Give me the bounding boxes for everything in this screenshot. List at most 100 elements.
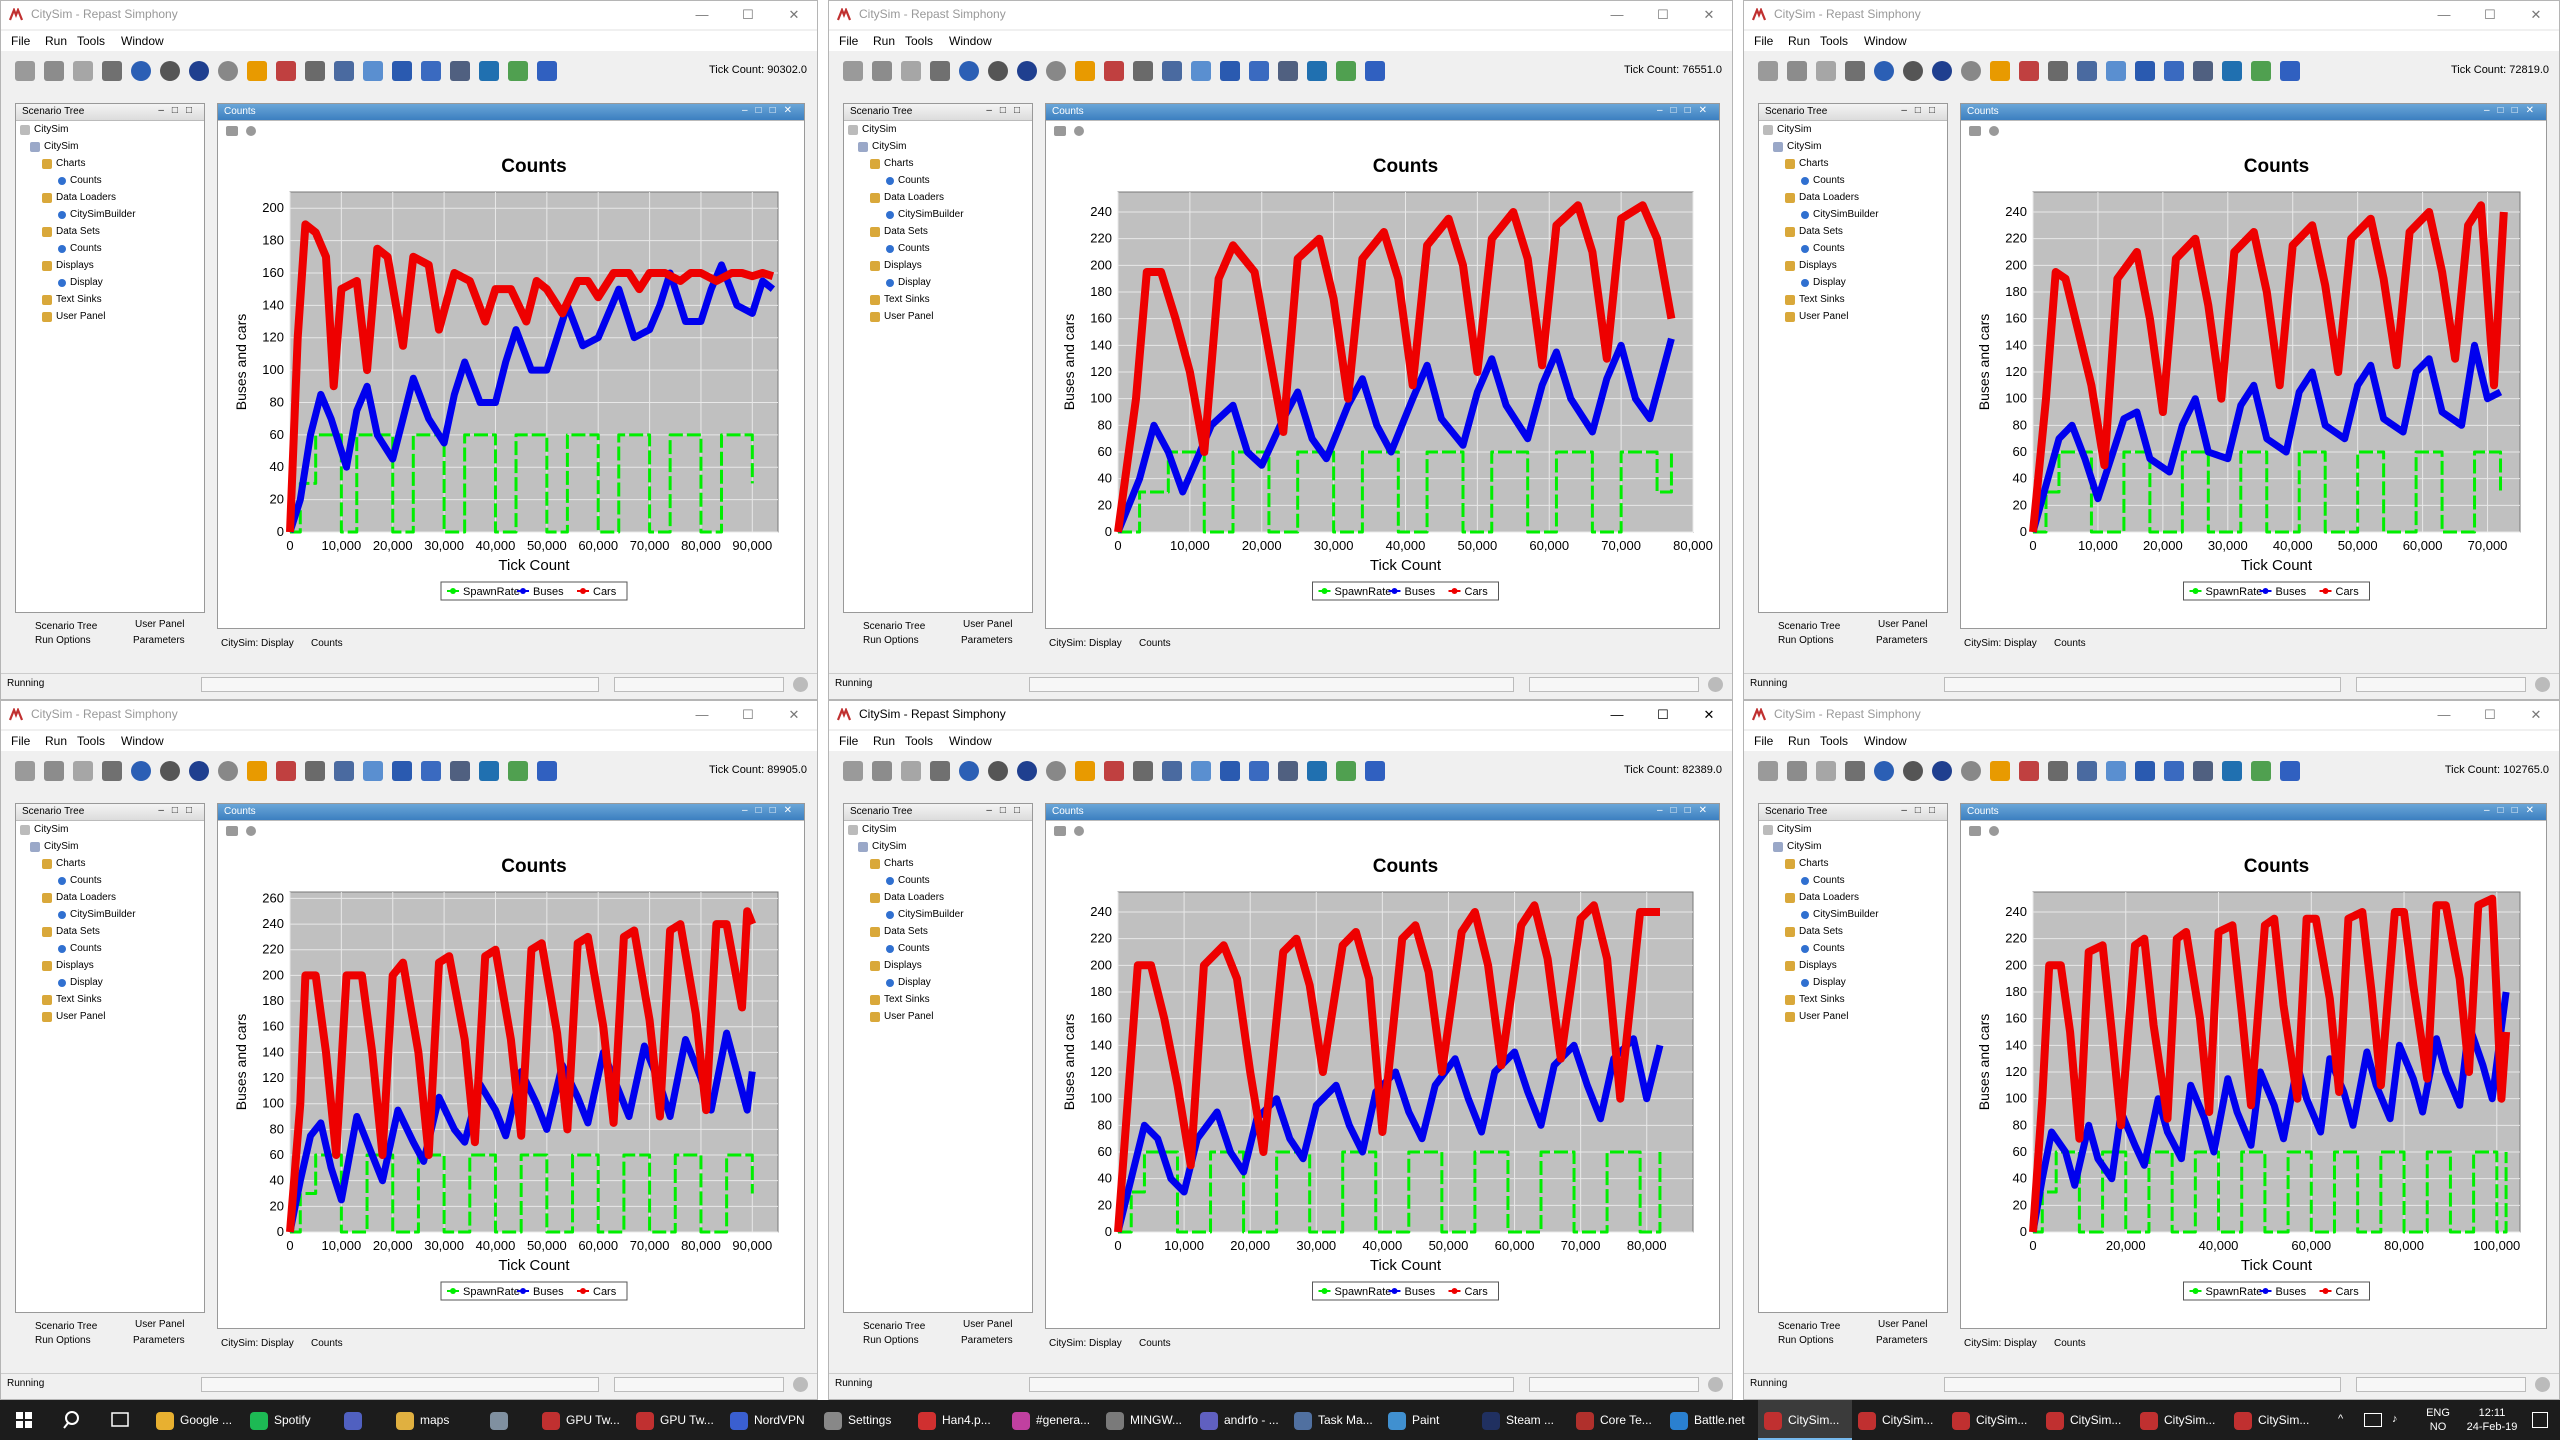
tree-item[interactable]: Data Loaders bbox=[848, 192, 964, 209]
close-button[interactable]: ✕ bbox=[2513, 1, 2559, 29]
tree-item[interactable]: Text Sinks bbox=[20, 294, 136, 311]
minimize-button[interactable]: — bbox=[679, 1, 725, 29]
toolbar-button-icon[interactable] bbox=[247, 61, 267, 81]
toolbar-button-icon[interactable] bbox=[2164, 761, 2184, 781]
toolbar-button-icon[interactable] bbox=[2280, 61, 2300, 81]
toolbar-button-icon[interactable] bbox=[305, 761, 325, 781]
toolbar-button-icon[interactable] bbox=[1990, 761, 2010, 781]
toolbar-button-icon[interactable] bbox=[102, 761, 122, 781]
tree-item[interactable]: User Panel bbox=[1763, 1011, 1879, 1028]
tree-item[interactable]: Counts bbox=[1763, 875, 1879, 892]
notifications-icon[interactable] bbox=[2532, 1412, 2548, 1428]
left-tab[interactable]: Parameters bbox=[961, 1335, 1013, 1346]
tree-item[interactable]: CitySimBuilder bbox=[848, 209, 964, 226]
display-tab[interactable]: CitySim: Display bbox=[1964, 638, 2037, 649]
menu-file[interactable]: File bbox=[11, 34, 30, 48]
tree-item[interactable]: Data Loaders bbox=[1763, 892, 1879, 909]
display-tab[interactable]: Counts bbox=[1139, 1338, 1171, 1349]
taskbar-item[interactable]: Google ... bbox=[150, 1400, 244, 1440]
tree-item[interactable]: Display bbox=[848, 277, 964, 294]
toolbar-button-icon[interactable] bbox=[959, 61, 979, 81]
toolbar-button-icon[interactable] bbox=[1220, 61, 1240, 81]
taskbar-item[interactable]: CitySim... bbox=[1852, 1400, 1946, 1440]
tree-item[interactable]: Display bbox=[20, 977, 136, 994]
menu-run[interactable]: Run bbox=[873, 734, 895, 748]
toolbar-button-icon[interactable] bbox=[73, 761, 93, 781]
toolbar-button-icon[interactable] bbox=[930, 761, 950, 781]
menu-window[interactable]: Window bbox=[949, 34, 992, 48]
panel-window-buttons[interactable]: –□□✕ bbox=[742, 105, 800, 116]
chart-properties-icon[interactable] bbox=[226, 826, 238, 836]
toolbar-button-icon[interactable] bbox=[131, 761, 151, 781]
panel-window-buttons[interactable]: –□□ bbox=[158, 105, 200, 116]
tree-item[interactable]: Charts bbox=[1763, 858, 1879, 875]
toolbar-button-icon[interactable] bbox=[479, 61, 499, 81]
toolbar-button-icon[interactable] bbox=[1104, 761, 1124, 781]
toolbar-button-icon[interactable] bbox=[843, 61, 863, 81]
left-tab[interactable]: User Panel bbox=[135, 1319, 184, 1330]
chart-properties-icon[interactable] bbox=[1969, 826, 1981, 836]
left-tab[interactable]: User Panel bbox=[1878, 619, 1927, 630]
toolbar-button-icon[interactable] bbox=[1104, 61, 1124, 81]
tree-item[interactable]: Counts bbox=[20, 875, 136, 892]
toolbar-button-icon[interactable] bbox=[392, 61, 412, 81]
toolbar-button-icon[interactable] bbox=[988, 61, 1008, 81]
menu-file[interactable]: File bbox=[1754, 734, 1773, 748]
menu-tools[interactable]: Tools bbox=[1820, 34, 1848, 48]
toolbar-button-icon[interactable] bbox=[1903, 61, 1923, 81]
panel-window-buttons[interactable]: –□□ bbox=[1901, 805, 1943, 816]
clock[interactable]: 12:11 24-Feb-19 bbox=[2462, 1406, 2522, 1434]
toolbar-button-icon[interactable] bbox=[959, 761, 979, 781]
tree-item[interactable]: Data Sets bbox=[20, 926, 136, 943]
toolbar-button-icon[interactable] bbox=[1845, 61, 1865, 81]
display-tab[interactable]: Counts bbox=[2054, 638, 2086, 649]
toolbar-button-icon[interactable] bbox=[276, 61, 296, 81]
maximize-button[interactable]: ☐ bbox=[1640, 701, 1686, 729]
gc-icon[interactable] bbox=[793, 677, 808, 692]
menu-window[interactable]: Window bbox=[1864, 34, 1907, 48]
tree-item[interactable]: Displays bbox=[848, 260, 964, 277]
menu-window[interactable]: Window bbox=[121, 34, 164, 48]
toolbar-button-icon[interactable] bbox=[1874, 761, 1894, 781]
title-bar[interactable]: CitySim - Repast Simphony — ☐ ✕ bbox=[1744, 701, 2559, 729]
toolbar-button-icon[interactable] bbox=[2048, 761, 2068, 781]
chart-save-icon[interactable] bbox=[1074, 126, 1084, 136]
tree-item[interactable]: CitySimBuilder bbox=[20, 209, 136, 226]
tree-item[interactable]: User Panel bbox=[1763, 311, 1879, 328]
left-tab[interactable]: Scenario Tree bbox=[863, 1321, 925, 1332]
tree-item[interactable]: Counts bbox=[20, 243, 136, 260]
toolbar-button-icon[interactable] bbox=[1017, 61, 1037, 81]
menu-window[interactable]: Window bbox=[121, 734, 164, 748]
menu-tools[interactable]: Tools bbox=[77, 34, 105, 48]
display-tab[interactable]: Counts bbox=[311, 1338, 343, 1349]
tree-item[interactable]: Display bbox=[20, 277, 136, 294]
volume-icon[interactable]: ♪ bbox=[2392, 1412, 2398, 1426]
left-tab[interactable]: Parameters bbox=[1876, 635, 1928, 646]
chart-save-icon[interactable] bbox=[1074, 826, 1084, 836]
toolbar-button-icon[interactable] bbox=[131, 61, 151, 81]
chart-save-icon[interactable] bbox=[246, 826, 256, 836]
toolbar-button-icon[interactable] bbox=[1162, 761, 1182, 781]
toolbar-button-icon[interactable] bbox=[1046, 761, 1066, 781]
toolbar-button-icon[interactable] bbox=[2193, 61, 2213, 81]
panel-window-buttons[interactable]: –□□ bbox=[158, 805, 200, 816]
taskbar-item[interactable]: #genera... bbox=[1006, 1400, 1100, 1440]
tree-item[interactable]: Data Loaders bbox=[20, 192, 136, 209]
taskbar-item[interactable]: Paint bbox=[1382, 1400, 1476, 1440]
tree-item[interactable]: Counts bbox=[1763, 243, 1879, 260]
menu-window[interactable]: Window bbox=[1864, 734, 1907, 748]
panel-window-buttons[interactable]: –□□✕ bbox=[1657, 105, 1715, 116]
tree-item[interactable]: Text Sinks bbox=[848, 294, 964, 311]
taskbar-item[interactable] bbox=[484, 1400, 536, 1440]
taskbar-item[interactable]: CitySim... bbox=[1758, 1400, 1852, 1440]
chart-save-icon[interactable] bbox=[1989, 826, 1999, 836]
title-bar[interactable]: CitySim - Repast Simphony — ☐ ✕ bbox=[1, 701, 817, 729]
toolbar-button-icon[interactable] bbox=[1845, 761, 1865, 781]
tree-item[interactable]: Charts bbox=[848, 158, 964, 175]
taskbar-item[interactable]: Battle.net bbox=[1664, 1400, 1758, 1440]
panel-window-buttons[interactable]: –□□✕ bbox=[2484, 805, 2542, 816]
toolbar-button-icon[interactable] bbox=[1017, 761, 1037, 781]
chart-save-icon[interactable] bbox=[246, 126, 256, 136]
panel-window-buttons[interactable]: –□□ bbox=[1901, 105, 1943, 116]
minimize-button[interactable]: — bbox=[1594, 1, 1640, 29]
